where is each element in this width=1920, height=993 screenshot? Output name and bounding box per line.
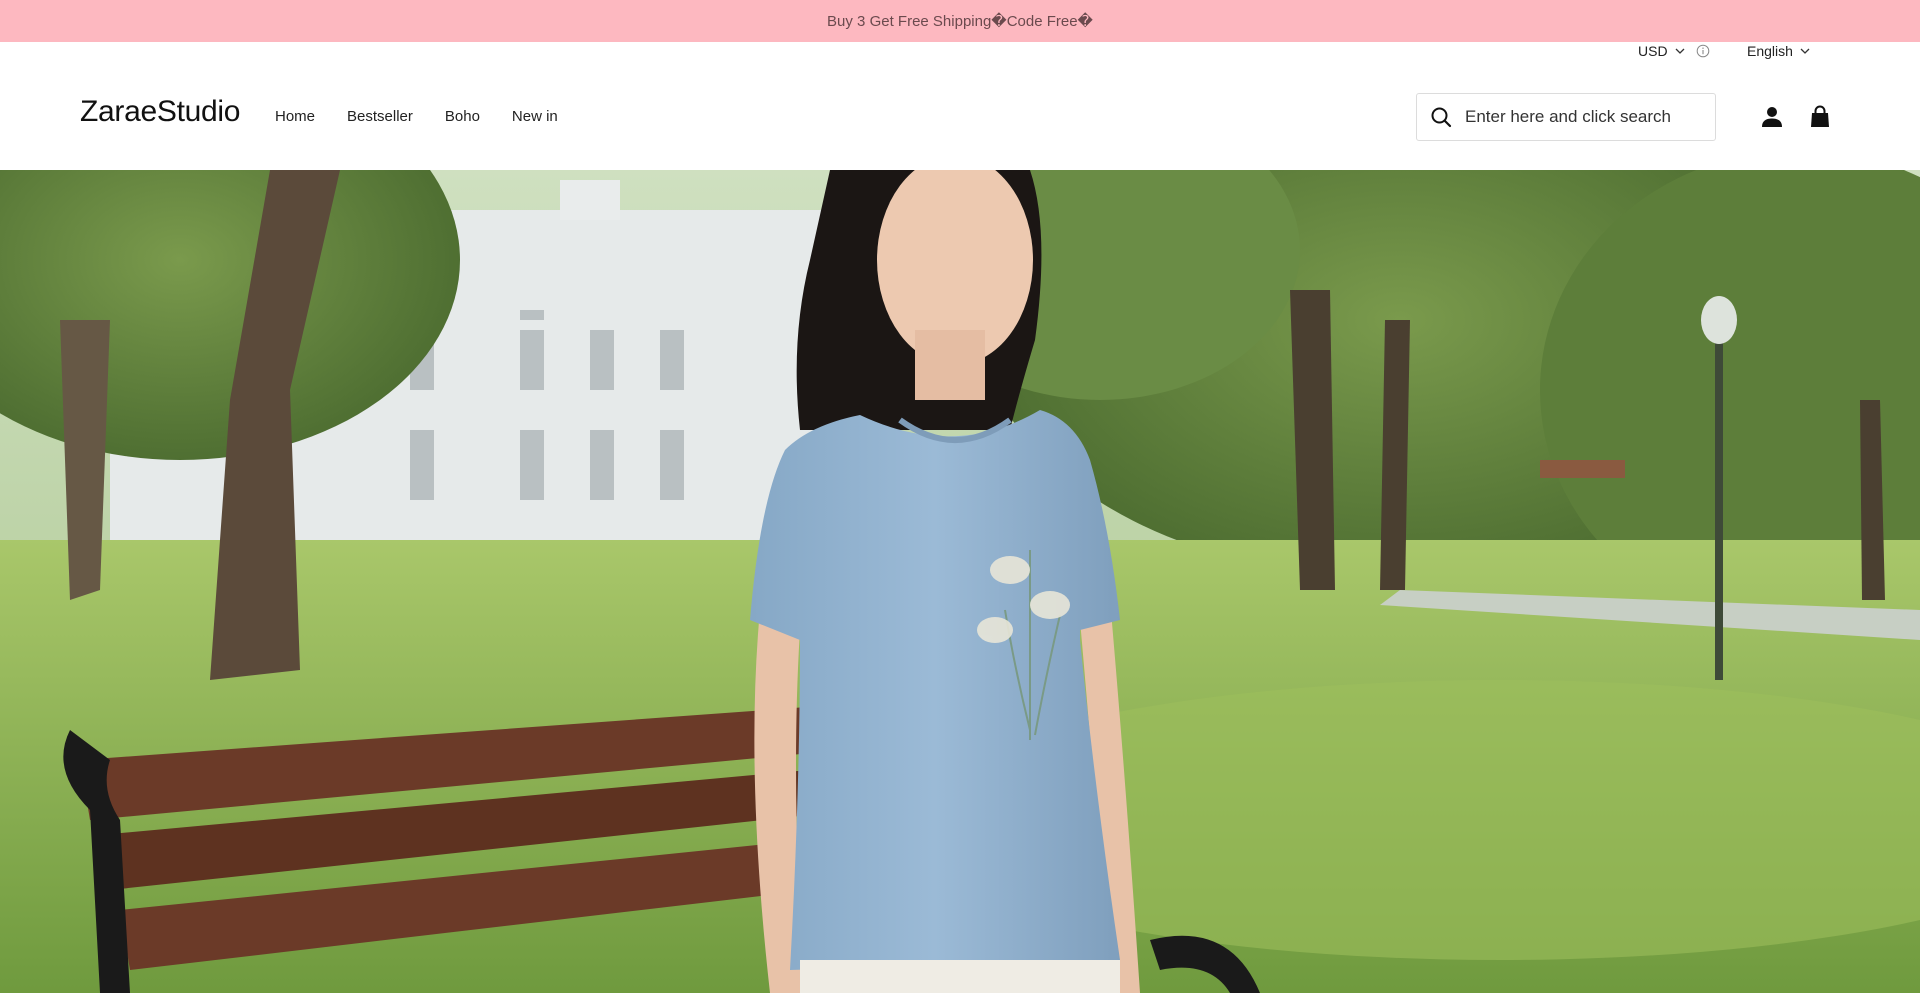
- hero-image: [0, 170, 1920, 993]
- site-header: ZaraeStudio Home Bestseller Boho New in: [0, 62, 1920, 170]
- hero-banner[interactable]: [0, 170, 1920, 993]
- nav-item-boho[interactable]: Boho: [445, 108, 480, 125]
- search-icon[interactable]: [1429, 105, 1453, 129]
- shopping-bag-icon[interactable]: [1807, 104, 1833, 130]
- currency-label: USD: [1638, 43, 1668, 59]
- nav-item-home[interactable]: Home: [275, 108, 315, 125]
- info-icon[interactable]: [1696, 44, 1710, 58]
- announcement-text: Buy 3 Get Free Shipping�Code Free�: [827, 13, 1093, 30]
- language-selector[interactable]: English: [1747, 43, 1811, 59]
- chevron-down-icon: [1675, 48, 1685, 54]
- nav-item-new-in[interactable]: New in: [512, 108, 558, 125]
- user-icon[interactable]: [1759, 104, 1785, 130]
- nav-item-bestseller[interactable]: Bestseller: [347, 108, 413, 125]
- language-label: English: [1747, 43, 1793, 59]
- utility-bar: USD English: [0, 42, 1920, 62]
- search-box: [1416, 93, 1716, 141]
- announcement-bar: Buy 3 Get Free Shipping�Code Free�: [0, 0, 1920, 42]
- currency-selector[interactable]: USD: [1638, 43, 1710, 59]
- search-input[interactable]: [1465, 107, 1695, 127]
- chevron-down-icon: [1800, 48, 1810, 54]
- site-logo[interactable]: ZaraeStudio: [80, 95, 240, 129]
- main-nav: Home Bestseller Boho New in: [275, 108, 558, 125]
